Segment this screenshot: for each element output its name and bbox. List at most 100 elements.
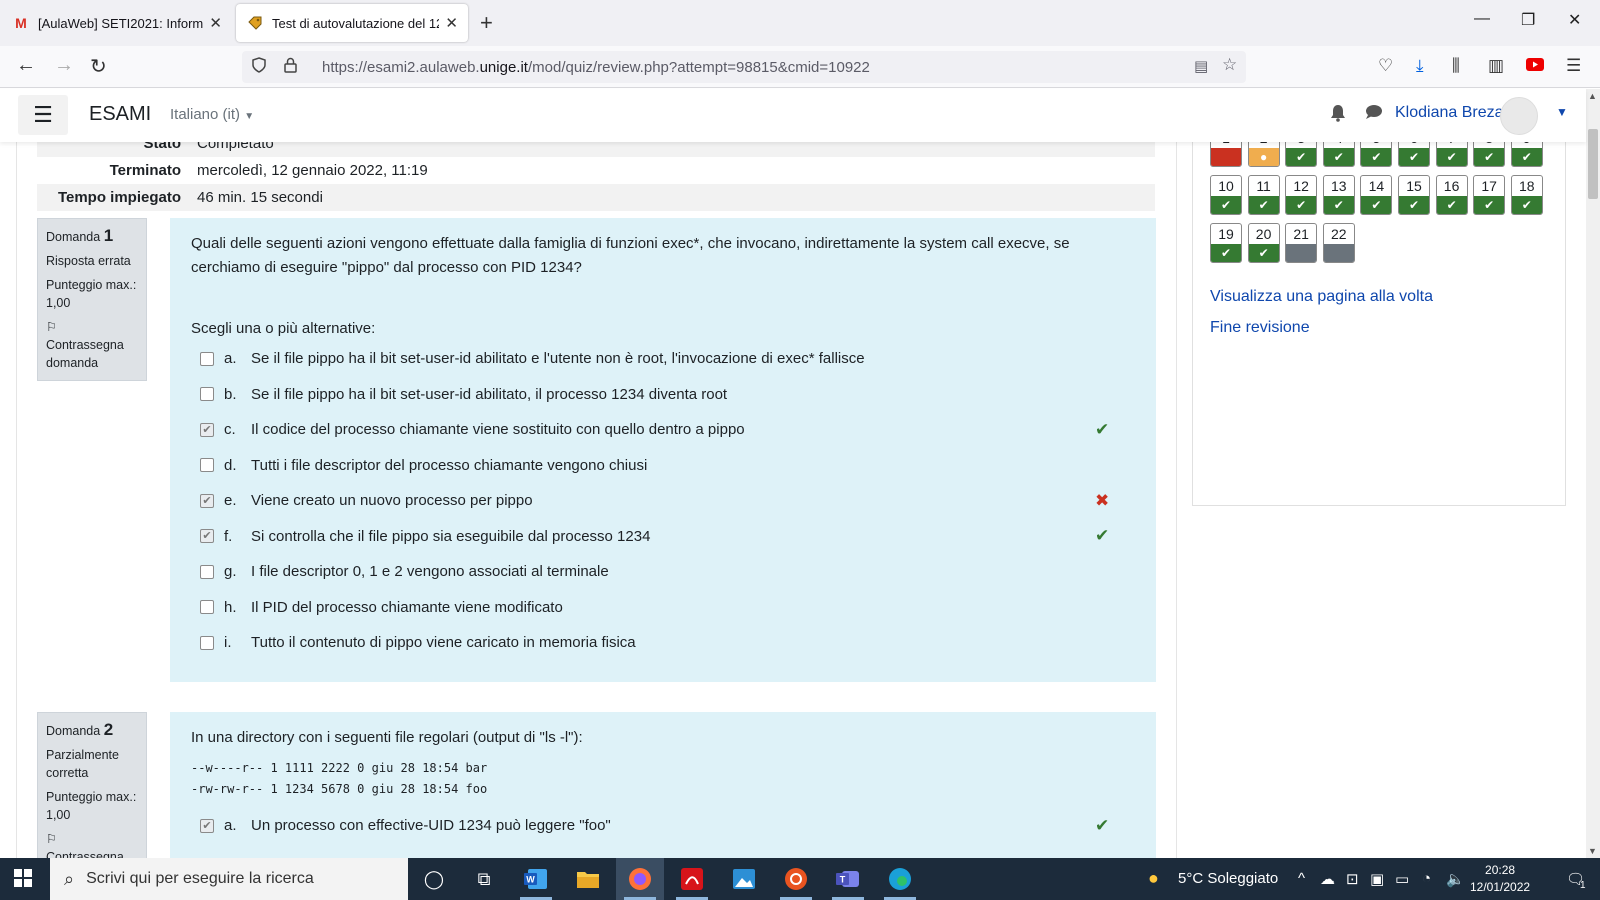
- answer-option[interactable]: g. I file descriptor 0, 1 e 2 vengono ass…: [191, 554, 1135, 590]
- answer-option[interactable]: h. Il PID del processo chiamante viene mo…: [191, 590, 1135, 626]
- cortana-icon[interactable]: ◯: [410, 858, 458, 900]
- scroll-up-icon[interactable]: ▲: [1588, 91, 1597, 101]
- answer-checkbox[interactable]: ✔: [200, 818, 214, 833]
- usb-device-icon[interactable]: ⊡: [1346, 870, 1359, 888]
- quiz-nav-button[interactable]: 4✔: [1322, 142, 1355, 167]
- site-name[interactable]: ESAMI: [89, 103, 151, 126]
- answer-checkbox[interactable]: [200, 458, 214, 473]
- avatar[interactable]: [1500, 97, 1538, 135]
- quiz-nav-button[interactable]: 15 ✔: [1398, 175, 1430, 215]
- page-scrollbar[interactable]: ▲ ▼: [1586, 89, 1600, 858]
- shield-icon[interactable]: [252, 57, 274, 77]
- user-name[interactable]: Klodiana Breza: [1395, 104, 1504, 122]
- download-icon[interactable]: ⤓: [1416, 56, 1424, 76]
- minimize-icon[interactable]: —: [1474, 10, 1490, 28]
- scroll-down-icon[interactable]: ▼: [1588, 846, 1597, 856]
- answer-option[interactable]: b. Se il file pippo ha il bit set-user-id…: [191, 377, 1135, 413]
- browser-tab-quiz[interactable]: Test di autovalutazione del 12 g ✕: [236, 4, 468, 42]
- ubuntu-app-icon[interactable]: [772, 858, 820, 900]
- close-tab-icon[interactable]: ✕: [445, 14, 458, 32]
- system-clock[interactable]: 20:28 12/01/2022: [1470, 862, 1530, 896]
- answer-checkbox[interactable]: [200, 635, 214, 650]
- sidebar-icon[interactable]: ▥: [1488, 56, 1504, 76]
- answer-option[interactable]: a. Se il file pippo ha il bit set-user-id…: [191, 341, 1135, 377]
- drawer-toggle-button[interactable]: ☰: [18, 95, 68, 135]
- flag-question-link[interactable]: ⚐ Contrassegna domanda: [46, 318, 138, 372]
- onedrive-cloud-icon[interactable]: ☁: [1320, 870, 1335, 888]
- quiz-nav-button[interactable]: 2●: [1247, 142, 1280, 167]
- sun-weather-icon[interactable]: ●: [1148, 868, 1159, 889]
- windows-start-icon[interactable]: [14, 869, 32, 892]
- quiz-nav-button[interactable]: 19 ✔: [1210, 223, 1242, 263]
- weather-text[interactable]: 5°C Soleggiato: [1178, 870, 1278, 887]
- restore-icon[interactable]: ❐: [1521, 10, 1535, 30]
- answer-checkbox[interactable]: ✔: [200, 529, 214, 544]
- task-view-icon[interactable]: ⧉: [460, 858, 508, 900]
- battery-icon[interactable]: ▭: [1395, 870, 1409, 888]
- edge-app-icon[interactable]: [876, 858, 924, 900]
- quiz-nav-button[interactable]: 14 ✔: [1360, 175, 1393, 215]
- lock-icon[interactable]: [284, 57, 306, 77]
- browser-tab-gmail[interactable]: M [AulaWeb] SETI2021: Informazio ✕: [2, 4, 232, 42]
- reload-icon[interactable]: ↻: [90, 54, 107, 79]
- reader-view-icon[interactable]: ▤: [1194, 57, 1208, 75]
- answer-option[interactable]: i. Tutto il contenuto di pippo viene cari…: [191, 625, 1135, 661]
- answer-checkbox[interactable]: [200, 351, 214, 366]
- volume-icon[interactable]: 🔈: [1446, 870, 1465, 888]
- quiz-nav-button[interactable]: 20 ✔: [1247, 223, 1280, 263]
- quiz-nav-button[interactable]: 7✔: [1435, 142, 1468, 167]
- language-menu[interactable]: Italiano (it) ▼: [170, 106, 254, 123]
- user-menu-caret-icon[interactable]: ▼: [1556, 105, 1568, 119]
- close-tab-icon[interactable]: ✕: [209, 14, 222, 32]
- wifi-icon[interactable]: ◔: [1422, 870, 1431, 887]
- pocket-icon[interactable]: ♡: [1378, 56, 1393, 76]
- quiz-nav-button[interactable]: 6✔: [1398, 142, 1430, 167]
- answer-option[interactable]: ✔ c. Il codice del processo chiamante vien…: [191, 412, 1135, 448]
- close-window-icon[interactable]: ✕: [1568, 10, 1581, 30]
- flag-question-link[interactable]: ⚐ Contrassegna: [46, 830, 138, 858]
- back-icon[interactable]: ←: [16, 54, 36, 77]
- answer-checkbox[interactable]: [200, 564, 214, 579]
- answer-option[interactable]: ✔ f. Si controlla che il file pippo sia es…: [191, 519, 1135, 555]
- quiz-nav-button[interactable]: 13 ✔: [1322, 175, 1355, 215]
- answer-option[interactable]: ✔ e. Viene creato un nuovo processo per pi…: [191, 483, 1135, 519]
- quiz-nav-button[interactable]: 17 ✔: [1473, 175, 1506, 215]
- acrobat-app-icon[interactable]: [668, 858, 716, 900]
- answer-checkbox[interactable]: ✔: [200, 422, 214, 437]
- quiz-nav-button[interactable]: 22: [1322, 223, 1355, 263]
- file-explorer-icon[interactable]: [564, 858, 612, 900]
- quiz-nav-button[interactable]: 3✔: [1285, 142, 1318, 167]
- quiz-nav-button[interactable]: 8✔: [1473, 142, 1506, 167]
- library-icon[interactable]: ⫼: [1452, 56, 1460, 76]
- quiz-nav-button[interactable]: 18 ✔: [1510, 175, 1543, 215]
- answer-checkbox[interactable]: [200, 387, 214, 402]
- new-tab-icon[interactable]: +: [480, 10, 493, 36]
- quiz-nav-button[interactable]: 12 ✔: [1285, 175, 1318, 215]
- show-one-page-link[interactable]: Visualizza una pagina alla volta: [1210, 288, 1433, 306]
- answer-option[interactable]: d. Tutti i file descriptor del processo c…: [191, 448, 1135, 484]
- answer-checkbox[interactable]: [200, 600, 214, 615]
- messages-icon[interactable]: [1365, 104, 1383, 125]
- quiz-nav-button[interactable]: 9✔: [1510, 142, 1543, 167]
- photos-app-icon[interactable]: [720, 858, 768, 900]
- answer-checkbox[interactable]: ✔: [200, 493, 214, 508]
- teams-app-icon[interactable]: T: [824, 858, 872, 900]
- scrollbar-thumb[interactable]: [1588, 129, 1598, 199]
- answer-option[interactable]: ✔ a. Un processo con effective-UID 1234 pu…: [191, 808, 1135, 844]
- word-app-icon[interactable]: W: [512, 858, 560, 900]
- finish-review-link[interactable]: Fine revisione: [1210, 319, 1310, 337]
- notifications-bell-icon[interactable]: [1330, 104, 1346, 127]
- firefox-app-icon[interactable]: [616, 858, 664, 900]
- bookmark-star-icon[interactable]: ☆: [1222, 55, 1237, 75]
- taskbar-search-box[interactable]: ⌕ Scrivi qui per eseguire la ricerca: [50, 858, 408, 900]
- address-bar[interactable]: https://esami2.aulaweb.unige.it/mod/quiz…: [242, 51, 1246, 83]
- chevron-up-icon[interactable]: ^: [1298, 870, 1305, 887]
- quiz-nav-button[interactable]: 16 ✔: [1435, 175, 1468, 215]
- quiz-nav-button[interactable]: 21: [1285, 223, 1318, 263]
- quiz-nav-button[interactable]: 11 ✔: [1247, 175, 1280, 215]
- quiz-nav-button[interactable]: 5✔: [1360, 142, 1393, 167]
- display-icon[interactable]: ▣: [1370, 870, 1384, 888]
- forward-icon[interactable]: →: [54, 54, 74, 77]
- quiz-nav-button[interactable]: 10 ✔: [1210, 175, 1242, 215]
- youtube-extension-icon[interactable]: [1526, 56, 1544, 76]
